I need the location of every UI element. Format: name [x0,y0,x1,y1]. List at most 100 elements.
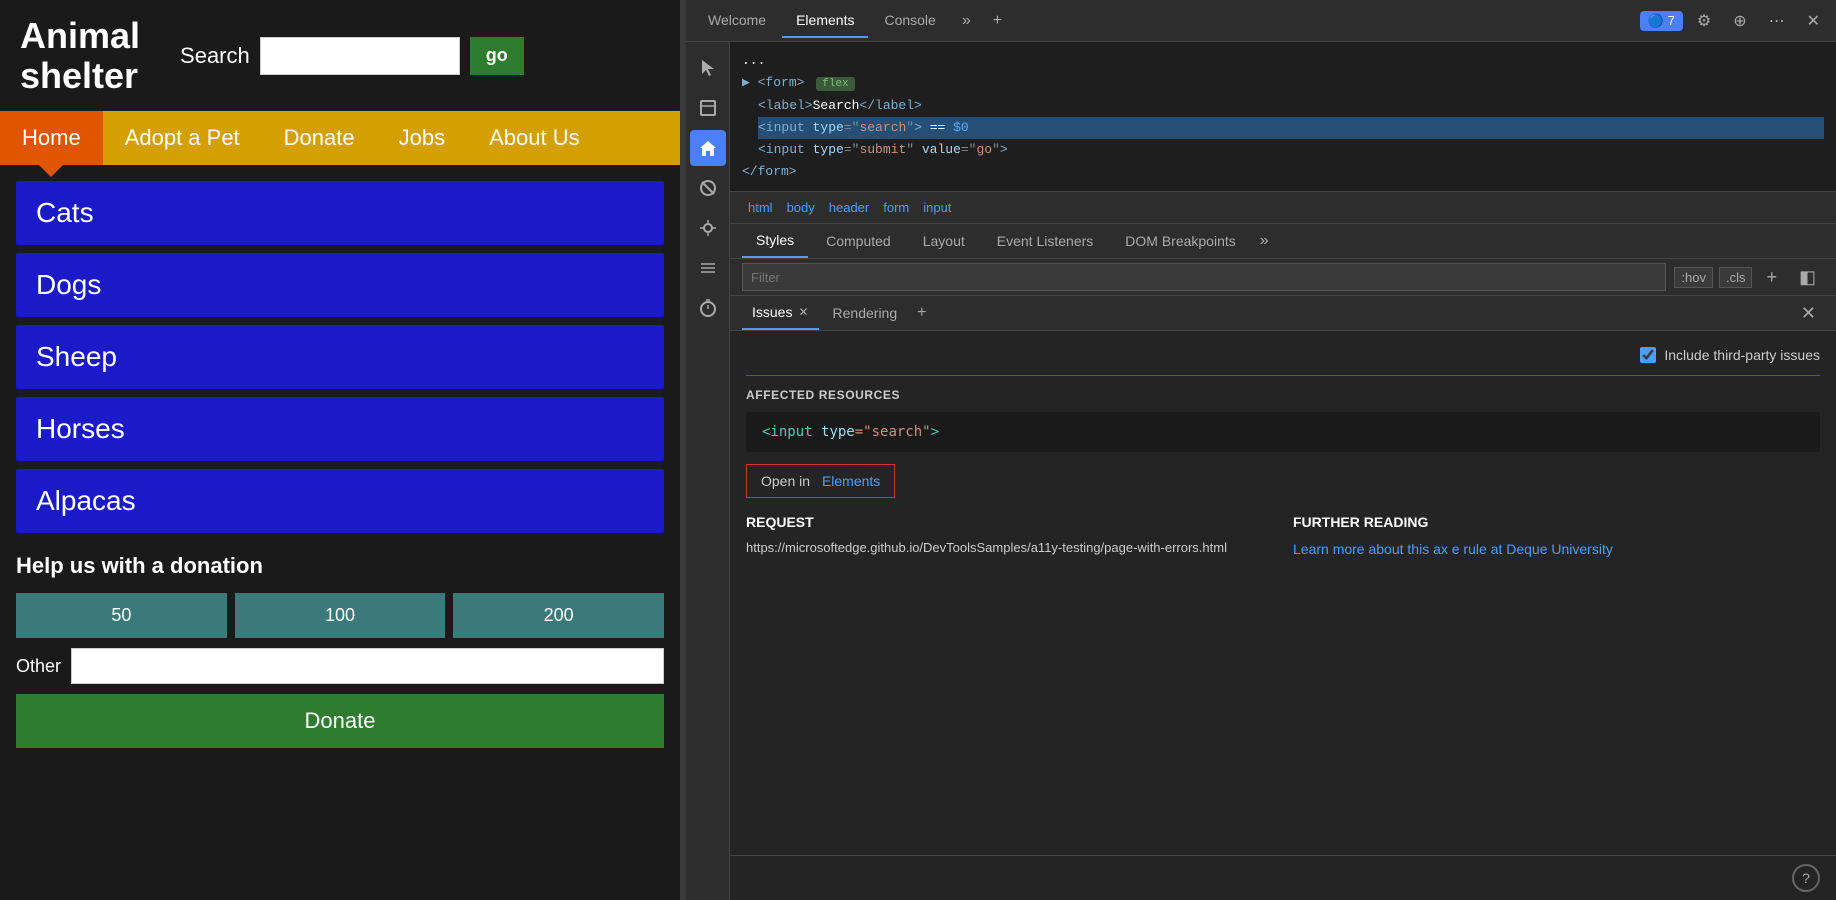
layers-icon[interactable] [690,250,726,286]
filter-input[interactable] [742,263,1666,291]
issues-tab-close-icon[interactable]: ✕ [798,305,808,319]
timer-icon[interactable] [690,290,726,326]
issues-content: Include third-party issues AFFECTED RESO… [730,331,1836,855]
breadcrumb-html[interactable]: html [742,198,779,217]
animal-cats[interactable]: Cats [16,181,664,245]
issues-tab-rendering[interactable]: Rendering [823,297,908,329]
search-input[interactable] [260,37,460,75]
devtools-main: ... ▶ <form> flex <label>Search</label> … [730,42,1836,900]
amount-100[interactable]: 100 [235,593,446,638]
filter-row: :hov .cls + ◧ [730,259,1836,296]
third-party-checkbox[interactable] [1640,347,1656,363]
styles-tab-computed[interactable]: Computed [812,225,905,257]
help-icon[interactable]: ? [1792,864,1820,892]
issues-subtabs: Issues ✕ Rendering + ✕ [730,296,1836,331]
devtools-profile-icon[interactable]: ⊕ [1725,7,1754,35]
further-reading-col: FURTHER READING Learn more about this ax… [1293,514,1820,560]
bug-icon[interactable] [690,210,726,246]
open-in-elements-button[interactable]: Open in Elements [746,464,895,498]
third-party-label: Include third-party issues [1664,347,1820,363]
devtools-tab-welcome[interactable]: Welcome [694,4,780,38]
other-amount-input[interactable] [71,648,664,684]
issues-panel-close-icon[interactable]: ✕ [1793,299,1824,328]
breadcrumb-header[interactable]: header [823,198,875,217]
nav-item-about[interactable]: About Us [467,111,602,165]
styles-tabs: Styles Computed Layout Event Listeners D… [730,224,1836,259]
styles-tab-layout[interactable]: Layout [909,225,979,257]
devtools-tab-more-icon[interactable]: » [952,4,981,38]
site-title: Animal shelter [20,16,140,95]
further-reading-heading: FURTHER READING [1293,514,1820,530]
styles-tab-styles[interactable]: Styles [742,224,808,258]
filter-hov-button[interactable]: :hov [1674,267,1713,288]
amount-50[interactable]: 50 [16,593,227,638]
filter-right: :hov .cls + ◧ [1674,265,1824,290]
request-col: REQUEST https://microsoftedge.github.io/… [746,514,1273,560]
further-reading-link[interactable]: Learn more about this ax e rule at Deque… [1293,541,1613,557]
devtools-body: ... ▶ <form> flex <label>Search</label> … [686,42,1836,900]
no-screenshot-icon[interactable] [690,170,726,206]
breadcrumb: html body header form input [730,192,1836,224]
donate-button[interactable]: Donate [16,694,664,748]
nav-item-home[interactable]: Home [0,111,103,165]
styles-tab-more-icon[interactable]: » [1254,224,1275,258]
dom-line-ellipsis: ... [742,50,1824,72]
dom-form-close-line: </form> [742,161,1824,183]
devtools-tab-console[interactable]: Console [870,4,949,38]
donation-amounts: 50 100 200 [16,593,664,638]
styles-tab-dom-breakpoints[interactable]: DOM Breakpoints [1111,225,1249,257]
other-label: Other [16,656,61,677]
styles-tab-event-listeners[interactable]: Event Listeners [983,225,1108,257]
bottom-help: ? [730,855,1836,900]
issues-tab-add-icon[interactable]: + [911,296,932,330]
dom-form-line[interactable]: ▶ <form> flex [742,72,1824,95]
devtools-close-icon[interactable]: ✕ [1799,7,1828,35]
devtools-badge: 🔵 7 [1640,11,1683,31]
elements-link[interactable]: Elements [822,473,880,489]
devtools-topbar-right: 🔵 7 ⚙ ⊕ ⋯ ✕ [1640,7,1828,35]
breadcrumb-body[interactable]: body [781,198,821,217]
animal-list: Cats Dogs Sheep Horses Alpacas [0,165,680,533]
nav-item-jobs[interactable]: Jobs [377,111,467,165]
dom-input-submit-line[interactable]: <input type="submit" value="go"> [742,139,1824,161]
home-icon[interactable] [690,130,726,166]
dom-tree: ... ▶ <form> flex <label>Search</label> … [730,42,1836,192]
devtools-more-icon[interactable]: ⋯ [1761,7,1793,35]
affected-resources-heading: AFFECTED RESOURCES [746,388,1820,402]
separator-line [746,375,1820,376]
breadcrumb-form[interactable]: form [877,198,915,217]
nav-item-donate[interactable]: Donate [262,111,377,165]
animal-sheep[interactable]: Sheep [16,325,664,389]
site-header: Animal shelter Search go [0,0,680,111]
issues-tab-issues[interactable]: Issues ✕ [742,296,819,330]
devtools-tab-add-icon[interactable]: + [983,4,1012,38]
code-block: <input type="search"> [746,412,1820,452]
devtools-tab-elements[interactable]: Elements [782,4,868,38]
amount-200[interactable]: 200 [453,593,664,638]
filter-panel-icon[interactable]: ◧ [1791,265,1824,290]
breadcrumb-input[interactable]: input [917,198,957,217]
animal-dogs[interactable]: Dogs [16,253,664,317]
request-further-reading: REQUEST https://microsoftedge.github.io/… [746,514,1820,560]
devtools-settings-icon[interactable]: ⚙ [1689,7,1719,35]
request-heading: REQUEST [746,514,1273,530]
animal-alpacas[interactable]: Alpacas [16,469,664,533]
filter-add-icon[interactable]: + [1758,265,1785,290]
cursor-icon[interactable] [690,50,726,86]
go-button[interactable]: go [470,37,524,75]
dom-label-line[interactable]: <label>Search</label> [742,95,1824,117]
left-panel: Animal shelter Search go Home Adopt a Pe… [0,0,680,900]
devtools-topbar: Welcome Elements Console » + 🔵 7 ⚙ ⊕ ⋯ ✕ [686,0,1836,42]
search-area: Search go [180,37,524,75]
devtools-panel: Welcome Elements Console » + 🔵 7 ⚙ ⊕ ⋯ ✕ [686,0,1836,900]
dom-input-search-line[interactable]: <input type="search"> == $0 [742,117,1824,139]
devtools-sidebar [686,42,730,900]
site-nav: Home Adopt a Pet Donate Jobs About Us [0,111,680,165]
filter-cls-button[interactable]: .cls [1719,267,1753,288]
nav-item-adopt[interactable]: Adopt a Pet [103,111,262,165]
donation-title: Help us with a donation [16,553,664,579]
inspect-icon[interactable] [690,90,726,126]
donation-section: Help us with a donation 50 100 200 Other… [0,533,680,768]
animal-horses[interactable]: Horses [16,397,664,461]
request-url: https://microsoftedge.github.io/DevTools… [746,538,1273,559]
